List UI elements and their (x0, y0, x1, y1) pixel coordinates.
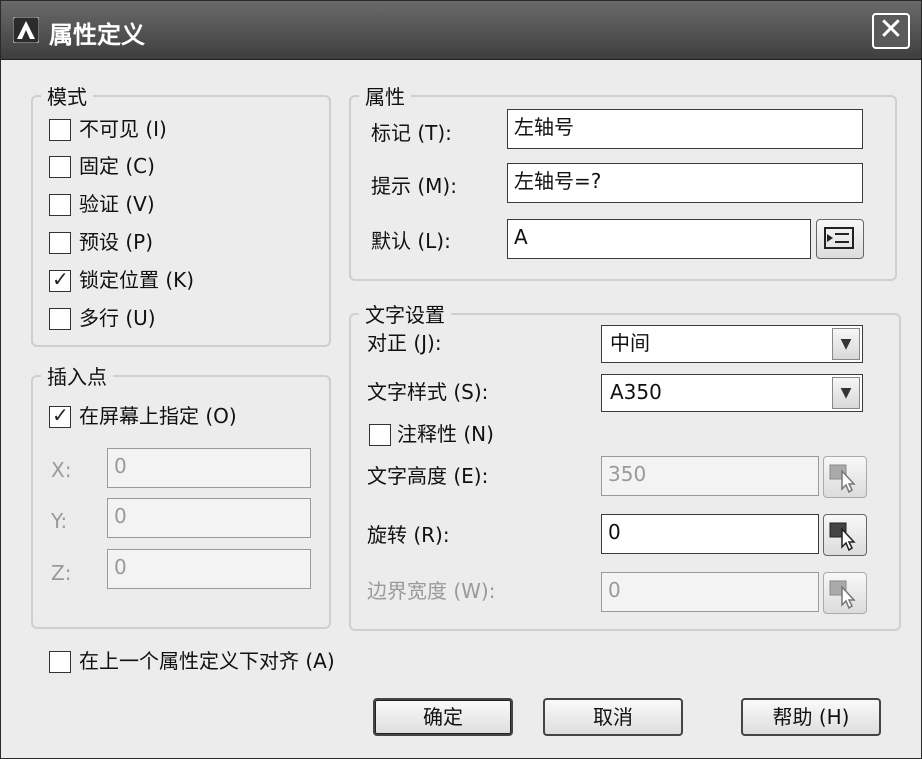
default-label: 默认 (L): (371, 229, 451, 253)
pick-point-icon (829, 464, 856, 494)
pick-height-button[interactable] (823, 456, 867, 498)
text-height-label: 文字高度 (E): (367, 464, 489, 488)
mode-group: 模式 (31, 81, 331, 347)
verify-label: 验证 (V) (79, 192, 155, 216)
constant-checkbox[interactable] (49, 156, 71, 178)
pick-point-icon (829, 522, 856, 552)
lock-position-label: 锁定位置 (K) (79, 268, 195, 292)
preset-checkbox[interactable] (49, 232, 71, 254)
boundary-width-label: 边界宽度 (W): (367, 579, 496, 603)
text-style-value: A350 (610, 380, 662, 404)
chevron-down-icon[interactable]: ▼ (832, 377, 860, 409)
default-input[interactable]: A (507, 219, 811, 259)
specify-on-screen-label: 在屏幕上指定 (O) (79, 404, 237, 428)
attribute-legend: 属性 (365, 85, 405, 109)
multiline-checkbox[interactable] (49, 308, 71, 330)
pick-point-icon (829, 580, 856, 610)
rotation-input[interactable]: 0 (601, 514, 819, 554)
invisible-label: 不可见 (I) (79, 117, 167, 141)
preset-label: 预设 (P) (79, 230, 154, 254)
annotative-checkbox[interactable] (369, 424, 391, 446)
multiline-label: 多行 (U) (79, 306, 156, 330)
justify-value: 中间 (610, 331, 650, 355)
constant-label: 固定 (C) (79, 154, 155, 178)
x-input[interactable]: 0 (107, 448, 311, 488)
y-label: Y: (51, 509, 68, 533)
insertion-point-legend: 插入点 (47, 365, 107, 389)
annotative-label: 注释性 (N) (397, 422, 494, 446)
boundary-width-input[interactable]: 0 (601, 572, 819, 612)
justify-select[interactable]: 中间 ▼ (601, 325, 863, 363)
prompt-label: 提示 (M): (371, 174, 457, 198)
invisible-checkbox[interactable] (49, 119, 71, 141)
insert-field-button[interactable] (816, 219, 864, 259)
text-settings-legend: 文字设置 (365, 303, 445, 327)
tag-input[interactable]: 左轴号 (507, 109, 863, 149)
x-label: X: (51, 458, 72, 482)
text-style-label: 文字样式 (S): (367, 380, 489, 404)
align-below-label: 在上一个属性定义下对齐 (A) (79, 649, 335, 673)
window-title: 属性定义 (49, 21, 145, 49)
justify-label: 对正 (J): (367, 331, 442, 355)
attribute-definition-dialog: 属性定义 ✕ 模式 不可见 (I) 固定 (C) 验证 (V) 预设 (P) 锁… (0, 0, 922, 759)
verify-checkbox[interactable] (49, 194, 71, 216)
close-button[interactable]: ✕ (872, 13, 910, 49)
ok-button[interactable]: 确定 (373, 698, 513, 736)
y-input[interactable]: 0 (107, 498, 311, 538)
z-input[interactable]: 0 (107, 549, 311, 589)
pick-rotation-button[interactable] (823, 514, 867, 556)
rotation-label: 旋转 (R): (367, 523, 450, 547)
prompt-input[interactable]: 左轴号=? (507, 163, 863, 203)
tag-label: 标记 (T): (371, 121, 452, 145)
cancel-button[interactable]: 取消 (543, 698, 683, 736)
text-style-select[interactable]: A350 ▼ (601, 374, 863, 412)
insert-field-icon (824, 227, 854, 249)
title-bar[interactable]: 属性定义 ✕ (1, 1, 921, 60)
chevron-down-icon[interactable]: ▼ (832, 328, 860, 360)
align-below-checkbox[interactable] (49, 651, 71, 673)
autocad-logo-icon (13, 17, 39, 43)
lock-position-checkbox[interactable] (49, 267, 71, 292)
text-height-input[interactable]: 350 (601, 456, 819, 496)
close-icon: ✕ (878, 12, 904, 47)
z-label: Z: (51, 561, 72, 585)
mode-legend: 模式 (47, 85, 87, 109)
pick-boundary-button[interactable] (823, 572, 867, 614)
specify-on-screen-checkbox[interactable] (49, 403, 71, 428)
help-button[interactable]: 帮助 (H) (741, 698, 881, 736)
